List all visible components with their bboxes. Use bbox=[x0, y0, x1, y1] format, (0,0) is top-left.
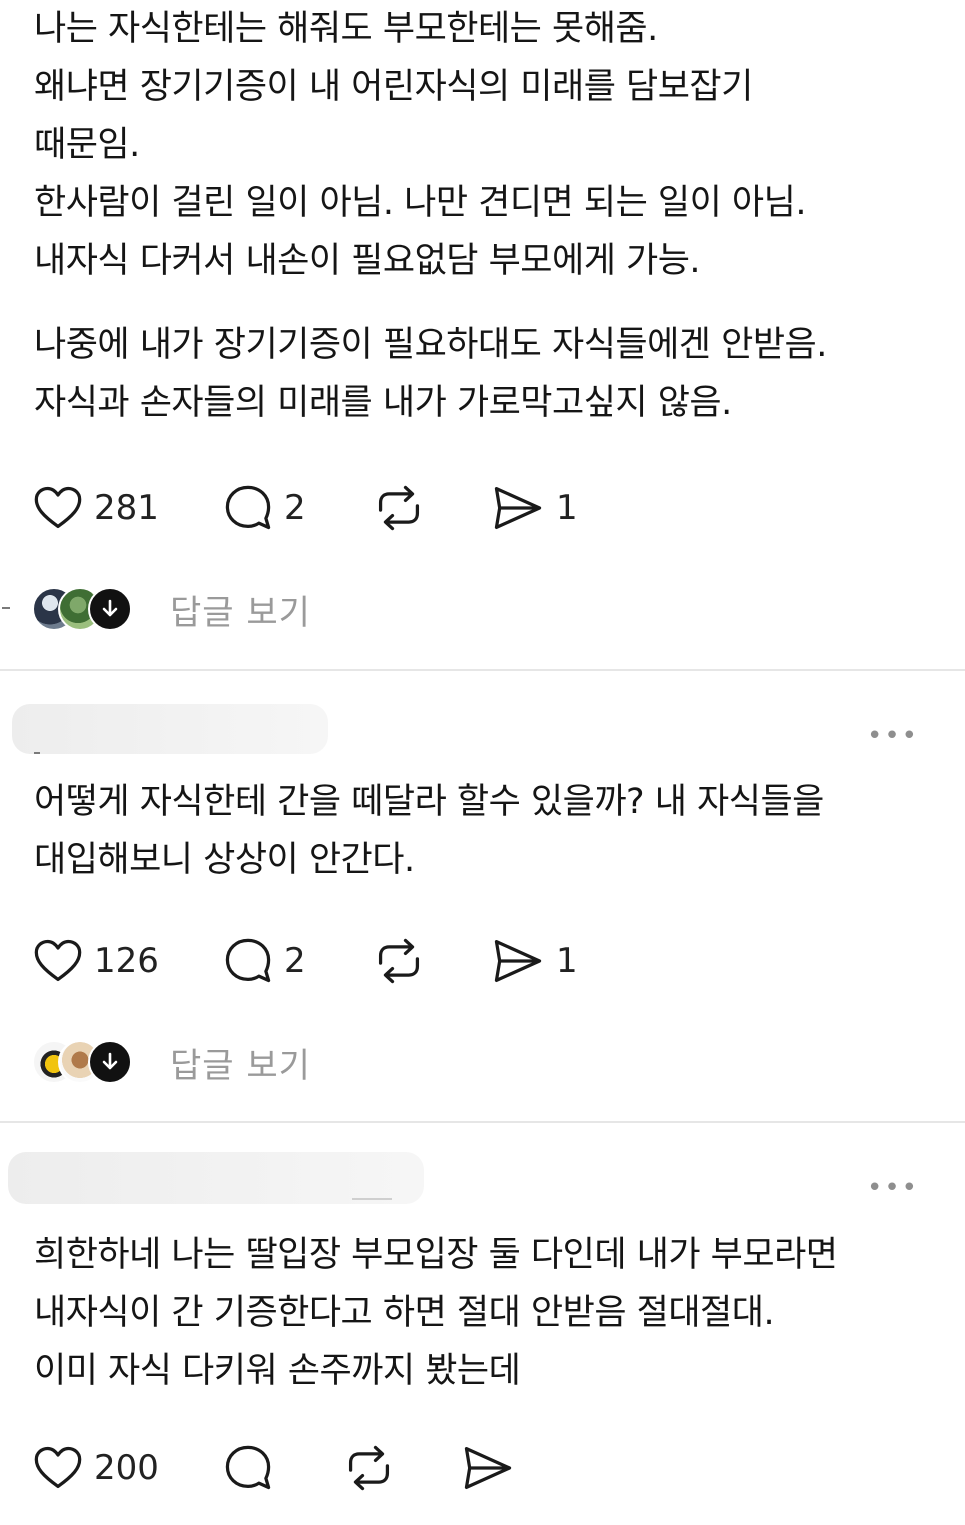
comment-count: 2 bbox=[284, 941, 306, 981]
arrow-down-icon bbox=[88, 587, 132, 631]
like-button[interactable]: 200 bbox=[32, 1442, 159, 1494]
author-header[interactable] bbox=[12, 704, 328, 754]
arrow-down-icon bbox=[88, 1040, 132, 1084]
thread-line bbox=[352, 1198, 392, 1200]
text-line: 때문임. bbox=[34, 125, 140, 165]
share-count: 1 bbox=[556, 941, 578, 981]
speech-bubble-icon bbox=[222, 935, 274, 987]
divider bbox=[0, 669, 965, 671]
view-replies[interactable]: 답글 보기 bbox=[2, 583, 352, 633]
repost-button[interactable] bbox=[370, 482, 438, 534]
view-replies-label: 답글 보기 bbox=[170, 1046, 311, 1086]
text-line: 어떻게 자식한테 간을 떼달라 할수 있을까? 내 자식들을 bbox=[34, 782, 824, 822]
comment-count: 2 bbox=[284, 488, 306, 528]
heart-icon bbox=[32, 935, 84, 987]
more-options-icon[interactable]: ••• bbox=[867, 1175, 919, 1201]
heart-icon bbox=[32, 1442, 84, 1494]
text-line: 이미 자식 다키워 손주까지 봤는데 bbox=[34, 1351, 521, 1391]
repost-icon bbox=[340, 1442, 398, 1494]
comment-button[interactable]: 2 bbox=[222, 935, 306, 987]
send-icon bbox=[460, 1442, 516, 1494]
send-icon bbox=[490, 935, 546, 987]
text-line: 나중에 내가 장기기증이 필요하대도 자식들에겐 안받음. bbox=[34, 325, 827, 365]
text-line: 내자식이 간 기증한다고 하면 절대 안받음 절대절대. bbox=[34, 1293, 775, 1333]
text-line: 희한하네 나는 딸입장 부모입장 둘 다인데 내가 부모라면 bbox=[34, 1235, 838, 1275]
text-line: 대입해보니 상상이 안간다. bbox=[34, 840, 415, 880]
repost-icon bbox=[370, 935, 428, 987]
author-header[interactable] bbox=[8, 1152, 424, 1204]
share-button[interactable]: 1 bbox=[490, 935, 578, 987]
like-count: 281 bbox=[94, 488, 159, 528]
text-line: 왜냐면 장기기증이 내 어린자식의 미래를 담보잡기 bbox=[34, 67, 753, 107]
share-count: 1 bbox=[556, 488, 578, 528]
post-text: 어떻게 자식한테 간을 떼달라 할수 있을까? 내 자식들을 대입해보니 상상이… bbox=[34, 773, 944, 889]
like-button[interactable]: 281 bbox=[32, 482, 159, 534]
reply-avatars bbox=[32, 1037, 132, 1085]
speech-bubble-icon bbox=[222, 482, 274, 534]
divider bbox=[0, 1121, 965, 1123]
text-line: 한사람이 걸린 일이 아님. 나만 견디면 되는 일이 아님. bbox=[34, 183, 806, 223]
post-text: 희한하네 나는 딸입장 부모입장 둘 다인데 내가 부모라면 내자식이 간 기증… bbox=[34, 1226, 944, 1400]
repost-button[interactable] bbox=[370, 935, 438, 987]
comment-button[interactable]: 2 bbox=[222, 482, 306, 534]
send-icon bbox=[490, 482, 546, 534]
thread-line bbox=[2, 607, 10, 609]
text-line: 내자식 다커서 내손이 필요없담 부모에게 가능. bbox=[34, 241, 701, 281]
text-line: 자식과 손자들의 미래를 내가 가로막고싶지 않음. bbox=[34, 383, 732, 423]
thread-line bbox=[34, 752, 40, 754]
like-count: 200 bbox=[94, 1448, 159, 1488]
comment-button[interactable] bbox=[222, 1442, 284, 1494]
speech-bubble-icon bbox=[222, 1442, 274, 1494]
repost-icon bbox=[370, 482, 428, 534]
text-line: 나는 자식한테는 해줘도 부모한테는 못해줌. bbox=[34, 9, 658, 49]
like-button[interactable]: 126 bbox=[32, 935, 159, 987]
share-button[interactable]: 1 bbox=[490, 482, 578, 534]
reply-avatars bbox=[32, 584, 132, 632]
like-count: 126 bbox=[94, 941, 159, 981]
repost-button[interactable] bbox=[340, 1442, 408, 1494]
more-options-icon[interactable]: ••• bbox=[867, 723, 919, 749]
share-button[interactable] bbox=[460, 1442, 526, 1494]
view-replies-label: 답글 보기 bbox=[170, 593, 311, 633]
post-text: 나는 자식한테는 해줘도 부모한테는 못해줌. 왜냐면 장기기증이 내 어린자식… bbox=[34, 0, 944, 432]
view-replies[interactable]: 답글 보기 bbox=[32, 1036, 352, 1086]
heart-icon bbox=[32, 482, 84, 534]
